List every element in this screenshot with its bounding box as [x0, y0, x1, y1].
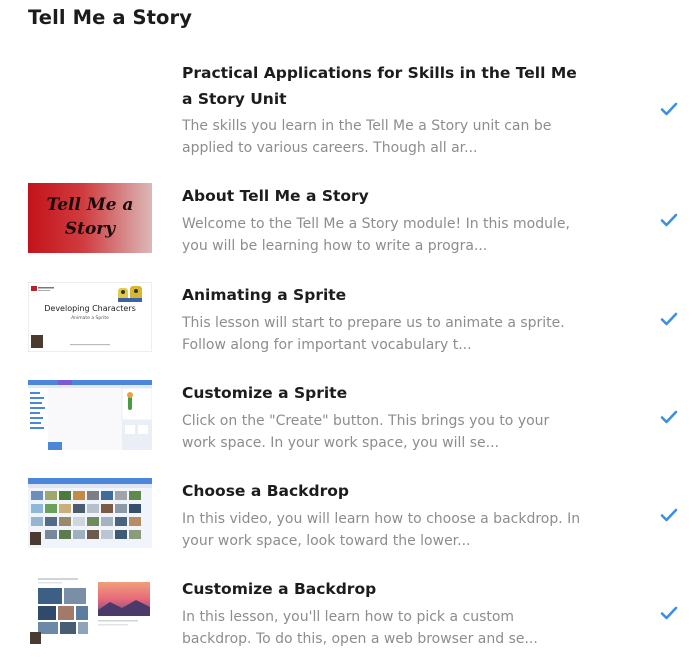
backdrop-library-graphic — [28, 478, 152, 548]
image-search-graphic — [28, 576, 152, 646]
lesson-description: In this video, you will learn how to cho… — [182, 511, 581, 549]
lesson-thumbnail[interactable] — [28, 380, 152, 450]
lesson-title[interactable]: Choose a Backdrop — [182, 478, 582, 504]
lesson-item[interactable]: Choose a Backdrop In this video, you wil… — [0, 478, 696, 568]
lesson-description: In this lesson, you'll learn how to pick… — [182, 609, 538, 647]
thumbnail-text: Tell Me a Story — [46, 195, 134, 239]
lesson-list-page: Tell Me a Story Practical Applications f… — [0, 0, 696, 659]
lesson-title[interactable]: Practical Applications for Skills in the… — [182, 60, 582, 112]
checkmark-icon — [660, 213, 678, 227]
checkmark-icon — [660, 312, 678, 326]
lesson-title[interactable]: Customize a Sprite — [182, 380, 582, 406]
lesson-description: Welcome to the Tell Me a Story module! I… — [182, 216, 570, 254]
thumbnail-text: Developing Characters — [44, 304, 136, 313]
thumbnail-subtext: Animate a Sprite — [71, 316, 109, 321]
lesson-item[interactable]: Tell Me a Story About Tell Me a Story We… — [0, 183, 696, 273]
lesson-thumbnail[interactable]: Developing Characters Animate a Sprite — [28, 282, 152, 352]
scratch-editor-graphic — [28, 380, 152, 450]
lesson-item[interactable]: Customize a Sprite Click on the "Create"… — [0, 380, 696, 470]
lesson-title[interactable]: Customize a Backdrop — [182, 576, 582, 602]
unit-title: Tell Me a Story — [28, 6, 193, 29]
lesson-title[interactable]: Animating a Sprite — [182, 282, 582, 308]
lesson-thumbnail[interactable]: Tell Me a Story — [28, 183, 152, 253]
checkmark-icon — [660, 508, 678, 522]
lesson-description: This lesson will start to prepare us to … — [182, 315, 565, 353]
checkmark-icon — [660, 606, 678, 620]
lesson-item[interactable]: Developing Characters Animate a Sprite A… — [0, 282, 696, 372]
checkmark-icon — [660, 102, 678, 116]
lesson-thumbnail[interactable] — [28, 576, 152, 646]
lesson-item[interactable]: Customize a Backdrop In this lesson, you… — [0, 576, 696, 666]
lesson-thumbnail[interactable] — [28, 478, 152, 548]
checkmark-icon — [660, 410, 678, 424]
lesson-description: Click on the "Create" button. This bring… — [182, 413, 550, 451]
lesson-item[interactable]: Practical Applications for Skills in the… — [0, 56, 696, 156]
lesson-description: The skills you learn in the Tell Me a St… — [182, 118, 552, 156]
lesson-title[interactable]: About Tell Me a Story — [182, 183, 582, 209]
